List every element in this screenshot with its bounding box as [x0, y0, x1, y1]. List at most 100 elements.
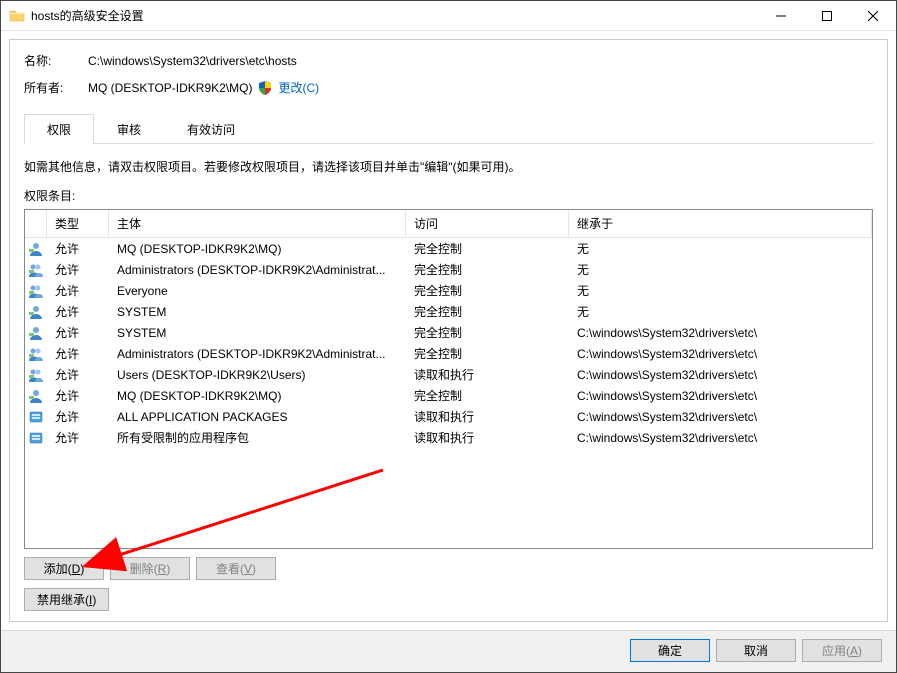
- minimize-button[interactable]: [758, 1, 804, 31]
- row-icon: [25, 430, 47, 446]
- window-controls: [758, 1, 896, 31]
- table-body: 允许MQ (DESKTOP-IDKR9K2\MQ)完全控制无允许Administ…: [25, 238, 872, 548]
- row-principal: MQ (DESKTOP-IDKR9K2\MQ): [109, 242, 406, 256]
- row-type: 允许: [47, 429, 109, 446]
- row-inherit: C:\windows\System32\drivers\etc\: [569, 389, 872, 403]
- row-type: 允许: [47, 366, 109, 383]
- table-row[interactable]: 允许SYSTEM完全控制无: [25, 301, 872, 322]
- action-buttons-row: 添加(D) 删除(R) 查看(V): [24, 557, 873, 580]
- tab-permissions[interactable]: 权限: [24, 114, 94, 144]
- row-type: 允许: [47, 240, 109, 257]
- row-access: 完全控制: [406, 240, 569, 257]
- hint-text: 如需其他信息，请双击权限项目。若要修改权限项目，请选择该项目并单击"编辑"(如果…: [24, 158, 873, 175]
- table-row[interactable]: 允许SYSTEM完全控制C:\windows\System32\drivers\…: [25, 322, 872, 343]
- owner-row: 所有者: MQ (DESKTOP-IDKR9K2\MQ) 更改(C): [24, 79, 873, 96]
- row-inherit: 无: [569, 261, 872, 278]
- window-title: hosts的高级安全设置: [31, 7, 758, 24]
- owner-label: 所有者:: [24, 79, 88, 96]
- group-icon: [28, 283, 44, 299]
- row-inherit: C:\windows\System32\drivers\etc\: [569, 347, 872, 361]
- row-icon: [25, 367, 47, 383]
- table-row[interactable]: 允许所有受限制的应用程序包读取和执行C:\windows\System32\dr…: [25, 427, 872, 448]
- tab-bar: 权限 审核 有效访问: [24, 114, 873, 144]
- row-principal: ALL APPLICATION PACKAGES: [109, 410, 406, 424]
- row-access: 读取和执行: [406, 429, 569, 446]
- col-access[interactable]: 访问: [406, 210, 569, 237]
- row-principal: SYSTEM: [109, 305, 406, 319]
- row-icon: [25, 283, 47, 299]
- tab-effective-access[interactable]: 有效访问: [164, 114, 258, 143]
- user-icon: [28, 304, 44, 320]
- col-principal[interactable]: 主体: [109, 210, 406, 237]
- row-principal: MQ (DESKTOP-IDKR9K2\MQ): [109, 389, 406, 403]
- table-row[interactable]: 允许ALL APPLICATION PACKAGES读取和执行C:\window…: [25, 406, 872, 427]
- row-inherit: C:\windows\System32\drivers\etc\: [569, 326, 872, 340]
- row-inherit: 无: [569, 303, 872, 320]
- row-access: 完全控制: [406, 345, 569, 362]
- ok-button[interactable]: 确定: [630, 639, 710, 662]
- group-icon: [28, 346, 44, 362]
- group-icon: [28, 262, 44, 278]
- table-row[interactable]: 允许Administrators (DESKTOP-IDKR9K2\Admini…: [25, 343, 872, 364]
- table-row[interactable]: 允许Users (DESKTOP-IDKR9K2\Users)读取和执行C:\w…: [25, 364, 872, 385]
- table-row[interactable]: 允许Everyone完全控制无: [25, 280, 872, 301]
- dialog-window: hosts的高级安全设置 名称: C:\windows\System32\dri…: [0, 0, 897, 673]
- user-icon: [28, 325, 44, 341]
- row-icon: [25, 241, 47, 257]
- dialog-footer: 确定 取消 应用(A): [1, 630, 896, 672]
- row-type: 允许: [47, 303, 109, 320]
- name-value: C:\windows\System32\drivers\etc\hosts: [88, 54, 297, 68]
- row-inherit: C:\windows\System32\drivers\etc\: [569, 410, 872, 424]
- table-row[interactable]: 允许Administrators (DESKTOP-IDKR9K2\Admini…: [25, 259, 872, 280]
- row-principal: Users (DESKTOP-IDKR9K2\Users): [109, 368, 406, 382]
- row-type: 允许: [47, 387, 109, 404]
- row-icon: [25, 325, 47, 341]
- owner-value: MQ (DESKTOP-IDKR9K2\MQ): [88, 81, 252, 95]
- view-button: 查看(V): [196, 557, 276, 580]
- col-type[interactable]: 类型: [47, 210, 109, 237]
- row-access: 读取和执行: [406, 366, 569, 383]
- col-inherit[interactable]: 继承于: [569, 210, 872, 237]
- close-button[interactable]: [850, 1, 896, 31]
- change-owner-link[interactable]: 更改(C): [278, 79, 319, 96]
- row-inherit: 无: [569, 282, 872, 299]
- user-icon: [28, 241, 44, 257]
- row-access: 读取和执行: [406, 408, 569, 425]
- row-icon: [25, 409, 47, 425]
- row-type: 允许: [47, 345, 109, 362]
- row-icon: [25, 304, 47, 320]
- add-button[interactable]: 添加(D): [24, 557, 104, 580]
- user-icon: [28, 388, 44, 404]
- name-label: 名称:: [24, 52, 88, 69]
- disable-inheritance-button[interactable]: 禁用继承(I): [24, 588, 109, 611]
- titlebar: hosts的高级安全设置: [1, 1, 896, 31]
- row-access: 完全控制: [406, 324, 569, 341]
- name-row: 名称: C:\windows\System32\drivers\etc\host…: [24, 52, 873, 69]
- row-principal: SYSTEM: [109, 326, 406, 340]
- col-icon[interactable]: [25, 210, 47, 237]
- row-principal: 所有受限制的应用程序包: [109, 429, 406, 446]
- row-principal: Administrators (DESKTOP-IDKR9K2\Administ…: [109, 347, 406, 361]
- row-icon: [25, 388, 47, 404]
- folder-icon: [9, 8, 25, 24]
- row-inherit: C:\windows\System32\drivers\etc\: [569, 431, 872, 445]
- row-access: 完全控制: [406, 282, 569, 299]
- cancel-button[interactable]: 取消: [716, 639, 796, 662]
- shield-icon: [258, 81, 272, 95]
- row-icon: [25, 346, 47, 362]
- table-row[interactable]: 允许MQ (DESKTOP-IDKR9K2\MQ)完全控制C:\windows\…: [25, 385, 872, 406]
- inherit-buttons-row: 禁用继承(I): [24, 588, 873, 611]
- table-header: 类型 主体 访问 继承于: [25, 210, 872, 238]
- row-principal: Administrators (DESKTOP-IDKR9K2\Administ…: [109, 263, 406, 277]
- group-icon: [28, 367, 44, 383]
- tab-audit[interactable]: 审核: [94, 114, 164, 143]
- row-type: 允许: [47, 408, 109, 425]
- maximize-button[interactable]: [804, 1, 850, 31]
- row-inherit: 无: [569, 240, 872, 257]
- table-row[interactable]: 允许MQ (DESKTOP-IDKR9K2\MQ)完全控制无: [25, 238, 872, 259]
- entries-label: 权限条目:: [24, 187, 873, 204]
- row-type: 允许: [47, 282, 109, 299]
- permissions-table: 类型 主体 访问 继承于 允许MQ (DESKTOP-IDKR9K2\MQ)完全…: [24, 209, 873, 549]
- row-icon: [25, 262, 47, 278]
- pkg-icon: [28, 409, 44, 425]
